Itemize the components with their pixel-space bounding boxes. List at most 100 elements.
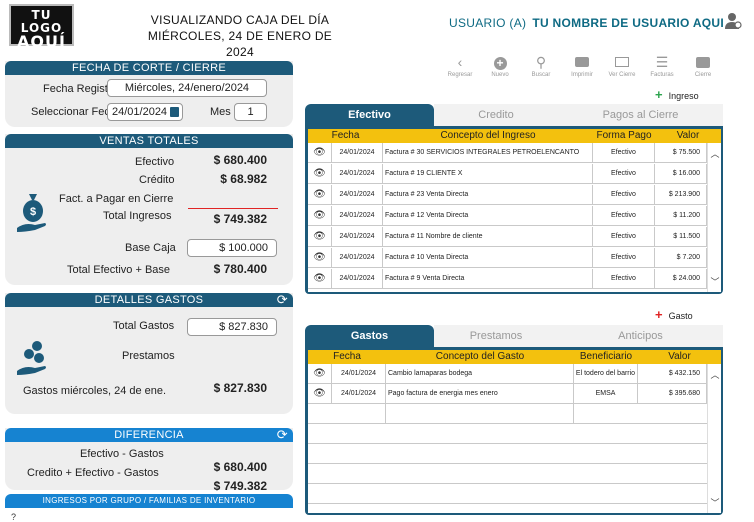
- toolbar-back-button[interactable]: ‹ Regresar: [440, 54, 480, 78]
- eye-icon[interactable]: 👁: [313, 231, 326, 242]
- chevron-up-icon[interactable]: ︿: [708, 147, 722, 160]
- fecha-registro-field[interactable]: Miércoles, 24/enero/2024: [107, 79, 267, 97]
- add-ingreso-button[interactable]: + Ingreso: [655, 87, 699, 102]
- credito-efectivo-gastos-value: $ 749.382: [213, 479, 267, 493]
- refresh-icon[interactable]: ⟳: [277, 428, 288, 442]
- cell-concepto: Factura # 11 Nombre de cliente: [383, 227, 593, 247]
- table-row-empty: [308, 464, 707, 484]
- view-cell[interactable]: 👁: [308, 248, 332, 268]
- refresh-icon[interactable]: ⟳: [277, 293, 288, 307]
- total-ingresos-value: $ 749.382: [213, 212, 267, 226]
- toolbar-view-close-button[interactable]: Ver Cierre: [602, 54, 642, 78]
- tab-pagos-cierre[interactable]: Pagos al Cierre: [558, 104, 723, 126]
- tab-anticipos[interactable]: Anticipos: [558, 325, 723, 347]
- cell-concepto: Factura # 10 Venta Directa: [383, 248, 593, 268]
- table-row-empty: [308, 404, 707, 424]
- table-row[interactable]: 👁 24/01/2024 Factura # 19 CLIENTE X Efectiv…: [308, 164, 707, 184]
- user-icon[interactable]: [724, 12, 742, 30]
- detalles-gastos-title: DETALLES GASTOS ⟳: [5, 293, 293, 307]
- total-ingresos-label: Total Ingresos: [103, 210, 172, 222]
- ingresos-grid: Fecha Concepto del Ingreso Forma Pago Va…: [305, 126, 723, 294]
- table-row[interactable]: 👁 24/01/2024 Factura # 30 SERVICIOS INTEGR…: [308, 143, 707, 163]
- cell-fecha: 24/01/2024: [332, 384, 386, 404]
- credito-efectivo-gastos-label: Credito + Efectivo - Gastos: [27, 467, 159, 479]
- cell-divider: [385, 404, 386, 424]
- chevron-up-icon[interactable]: ︿: [708, 368, 722, 381]
- cell-fecha: 24/01/2024: [332, 164, 383, 184]
- eye-icon[interactable]: 👁: [313, 388, 326, 399]
- ventas-totales-title: VENTAS TOTALES: [5, 134, 293, 148]
- mes-input[interactable]: 1: [234, 103, 267, 121]
- user-info: USUARIO (A) TU NOMBRE DE USUARIO AQUI: [449, 16, 724, 30]
- view-cell[interactable]: 👁: [308, 143, 332, 163]
- cell-valor: $ 432.150: [638, 364, 707, 384]
- diferencia-title-text: DIFERENCIA: [114, 429, 184, 441]
- cell-concepto: Factura # 23 Venta Directa: [383, 185, 593, 205]
- toolbar-search-button[interactable]: ⚲ Buscar: [521, 54, 561, 78]
- view-cell[interactable]: 👁: [308, 364, 332, 384]
- gastos-scrollbar[interactable]: ︿ ﹀: [707, 364, 721, 513]
- toolbar-new-button[interactable]: + Nuevo: [480, 54, 520, 79]
- tab-efectivo[interactable]: Efectivo: [305, 104, 434, 126]
- page-title-line-1: VISUALIZANDO CAJA DEL DÍA: [150, 13, 330, 27]
- tab-gastos[interactable]: Gastos: [305, 325, 434, 347]
- view-cell[interactable]: 👁: [308, 227, 332, 247]
- total-efectivo-base-value: $ 780.400: [213, 262, 267, 276]
- cell-fecha: 24/01/2024: [332, 143, 383, 163]
- total-efectivo-base-label: Total Efectivo + Base: [67, 264, 171, 276]
- eye-icon[interactable]: 👁: [313, 189, 326, 200]
- gastos-grid: Fecha Concepto del Gasto Beneficiario Va…: [305, 347, 723, 515]
- cell-concepto: Factura # 30 SERVICIOS INTEGRALES PETROE…: [383, 143, 593, 163]
- base-caja-input[interactable]: $ 100.000: [187, 239, 277, 257]
- cell-fecha: 24/01/2024: [332, 227, 383, 247]
- table-row[interactable]: 👁 24/01/2024 Factura # 23 Venta Directa Efe…: [308, 185, 707, 205]
- efectivo-label: Efectivo: [135, 156, 175, 168]
- gastos-tabs: Gastos Prestamos Anticipos: [305, 325, 723, 347]
- table-row[interactable]: 👁 24/01/2024 Pago factura de energia mes e…: [308, 384, 707, 404]
- view-cell[interactable]: 👁: [308, 164, 332, 184]
- eye-icon[interactable]: 👁: [313, 147, 326, 158]
- ingresos-scrollbar[interactable]: ︿ ﹀: [707, 143, 721, 292]
- tab-prestamos[interactable]: Prestamos: [434, 325, 558, 347]
- table-row-empty: [308, 484, 707, 504]
- view-cell[interactable]: 👁: [308, 206, 332, 226]
- table-row[interactable]: 👁 24/01/2024 Factura # 10 Venta Directa Efe…: [308, 248, 707, 268]
- toolbar-label: Facturas: [650, 72, 674, 78]
- table-row[interactable]: 👁 24/01/2024 Cambio lamaparas bodega El tod…: [308, 364, 707, 384]
- eye-icon[interactable]: 👁: [313, 273, 326, 284]
- calendar-icon[interactable]: [170, 107, 179, 117]
- total-gastos-field[interactable]: $ 827.830: [187, 318, 277, 336]
- cell-forma: Efectivo: [593, 269, 655, 289]
- view-cell[interactable]: 👁: [308, 185, 332, 205]
- table-row-empty: [308, 424, 707, 444]
- ingresos-grupo-bar[interactable]: INGRESOS POR GRUPO / FAMILIAS DE INVENTA…: [5, 494, 293, 508]
- chevron-down-icon[interactable]: ﹀: [708, 275, 722, 288]
- chevron-down-icon[interactable]: ﹀: [708, 496, 722, 509]
- seleccionar-fecha-input[interactable]: 24/01/2024: [107, 103, 183, 121]
- tab-credito[interactable]: Credito: [434, 104, 558, 126]
- toolbar-label: Imprimir: [571, 72, 593, 78]
- col-header-valor: Valor: [655, 129, 721, 143]
- eye-icon[interactable]: 👁: [313, 210, 326, 221]
- eye-icon[interactable]: 👁: [313, 168, 326, 179]
- table-row[interactable]: 👁 24/01/2024 Factura # 9 Venta Directa Efec…: [308, 269, 707, 289]
- table-row[interactable]: 👁 24/01/2024 Factura # 11 Nombre de client…: [308, 227, 707, 247]
- eye-icon[interactable]: 👁: [313, 368, 326, 379]
- eye-icon[interactable]: 👁: [313, 252, 326, 263]
- user-name: TU NOMBRE DE USUARIO AQUI: [532, 16, 725, 30]
- view-cell[interactable]: 👁: [308, 384, 332, 404]
- back-icon: ‹: [457, 54, 463, 70]
- col-header-valor: Valor: [638, 350, 721, 364]
- toolbar-invoices-button[interactable]: ☰ Facturas: [642, 54, 682, 78]
- base-caja-label: Base Caja: [125, 242, 176, 254]
- cell-forma: Efectivo: [593, 248, 655, 268]
- toolbar-label: Buscar: [531, 72, 551, 78]
- table-row[interactable]: 👁 24/01/2024 Factura # 12 Venta Directa Efe…: [308, 206, 707, 226]
- toolbar-print-button[interactable]: Imprimir: [562, 54, 602, 78]
- add-gasto-button[interactable]: + Gasto: [655, 307, 693, 322]
- view-cell[interactable]: 👁: [308, 269, 332, 289]
- fact-pagar-label: Fact. a Pagar en Cierre: [59, 193, 174, 205]
- logo-line-1: TU LOGO: [20, 8, 63, 35]
- toolbar-close-register-button[interactable]: Cierre: [683, 54, 723, 78]
- svg-text:$: $: [30, 206, 36, 218]
